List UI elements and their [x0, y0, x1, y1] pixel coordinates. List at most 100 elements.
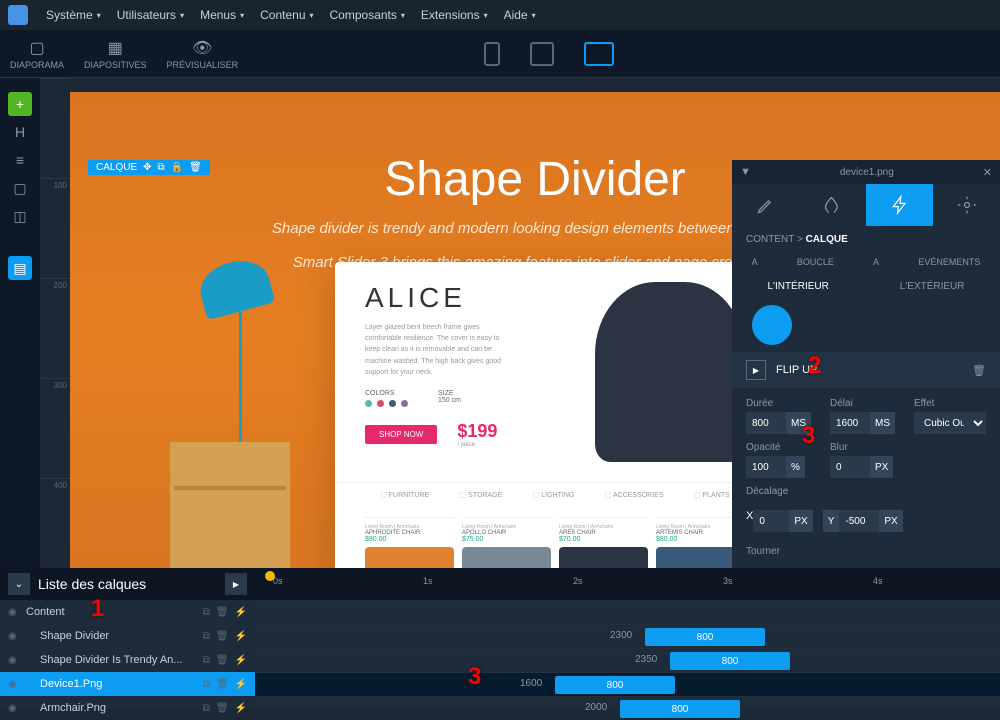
annotation-3: 3 [468, 663, 481, 691]
align-tool[interactable]: ≡ [8, 148, 32, 172]
trash-icon[interactable]: 🗑 [216, 607, 229, 618]
device-mobile[interactable] [484, 42, 500, 66]
opacite-input[interactable] [746, 456, 786, 478]
diapositives-button[interactable]: ▦DIAPOSITIVES [74, 30, 157, 77]
layer-badge[interactable]: CALQUE ✥ ⧉ 🔒 🗑 [88, 160, 210, 175]
flash-icon[interactable]: ⚡ [235, 607, 247, 618]
tools-sidebar: + H ≡ ▢ ◫ ▤ [0, 78, 40, 568]
previsualiser-button[interactable]: 👁PRÉVISUALISER [157, 30, 249, 77]
duree-label: Durée [746, 398, 818, 409]
editor-toolbar: ▢DIAPORAMA ▦DIAPOSITIVES 👁PRÉVISUALISER [0, 30, 1000, 78]
ruler-horizontal [70, 78, 1000, 92]
trash-icon[interactable]: 🗑 [216, 703, 229, 714]
breadcrumb: CONTENT > CALQUE [732, 226, 1000, 253]
delai-input[interactable] [830, 412, 870, 434]
animation-type-button[interactable] [752, 305, 792, 345]
device-desktop[interactable] [584, 42, 614, 66]
timeline-bar[interactable]: 800 [555, 676, 675, 694]
timeline-bar[interactable]: 800 [645, 628, 765, 646]
tab-style[interactable] [799, 184, 866, 226]
trash-icon[interactable]: 🗑 [189, 162, 202, 173]
timeline-row[interactable]: 2000800 [255, 696, 1000, 720]
trash-icon[interactable]: 🗑 [216, 679, 229, 690]
top-menu-bar: SystèmeUtilisateursMenusContenuComposant… [0, 0, 1000, 30]
product-price: $199/ piece [457, 421, 497, 448]
menu-extensions[interactable]: Extensions [413, 8, 496, 22]
duplicate-icon[interactable]: ⧉ [203, 679, 210, 690]
heading-tool[interactable]: H [8, 120, 32, 144]
offset-y-input[interactable] [839, 510, 879, 532]
visibility-icon[interactable]: ◉ [8, 679, 20, 690]
image-tool[interactable]: ▢ [8, 176, 32, 200]
delai-label: Délai [830, 398, 902, 409]
diaporama-button[interactable]: ▢DIAPORAMA [0, 30, 74, 77]
sub-interieur[interactable]: L'INTÉRIEUR [759, 277, 836, 296]
layer-item[interactable]: ◉Shape Divider Is Trendy An...⧉🗑⚡ [0, 648, 255, 672]
layer-item[interactable]: ◉Armchair.Png⧉🗑⚡ [0, 696, 255, 720]
lamp-graphic [200, 262, 280, 462]
timeline-bar[interactable]: 800 [670, 652, 790, 670]
product-description: Layer glazed bent beech frame gives comf… [365, 322, 505, 378]
flash-icon[interactable]: ⚡ [235, 631, 247, 642]
menu-composants[interactable]: Composants [322, 8, 413, 22]
layer-item[interactable]: ◉Device1.Png⧉🗑⚡ [0, 672, 255, 696]
menu-utilisateurs[interactable]: Utilisateurs [109, 8, 192, 22]
duplicate-icon[interactable]: ⧉ [203, 631, 210, 642]
layer-item[interactable]: ◉Content⧉🗑⚡ [0, 600, 255, 624]
timeline-bar[interactable]: 800 [620, 700, 740, 718]
menu-aide[interactable]: Aide [496, 8, 544, 22]
play-timeline-button[interactable]: ▶ [225, 573, 247, 595]
animation-name: FLIP UP [776, 364, 962, 376]
shop-now-button[interactable]: SHOP NOW [365, 425, 437, 444]
collapse-layers-button[interactable]: ⌄ [8, 573, 30, 595]
trash-icon[interactable]: 🗑 [216, 631, 229, 642]
layer-item[interactable]: ◉Shape Divider⧉🗑⚡ [0, 624, 255, 648]
tab-edit[interactable] [732, 184, 799, 226]
menu-contenu[interactable]: Contenu [252, 8, 321, 22]
visibility-icon[interactable]: ◉ [8, 655, 20, 666]
duplicate-icon[interactable]: ⧉ [158, 162, 165, 173]
effet-label: Effet [914, 398, 986, 409]
visibility-icon[interactable]: ◉ [8, 607, 20, 618]
menu-menus[interactable]: Menus [192, 8, 252, 22]
delete-animation-icon[interactable]: 🗑 [972, 364, 986, 377]
timeline[interactable]: 0s1s2s3s4s 2300800235080016008002000800 [255, 568, 1000, 709]
duplicate-icon[interactable]: ⧉ [203, 655, 210, 666]
sub-exterieur[interactable]: L'EXTÉRIEUR [892, 277, 973, 296]
grid-icon: ▦ [108, 38, 123, 58]
image-icon: ▢ [29, 38, 44, 58]
duree-input[interactable] [746, 412, 786, 434]
flash-icon[interactable]: ⚡ [235, 703, 247, 714]
timeline-row[interactable]: 2350800 [255, 648, 1000, 672]
visibility-icon[interactable]: ◉ [8, 703, 20, 714]
add-button[interactable]: + [8, 92, 32, 116]
blur-input[interactable] [830, 456, 870, 478]
timeline-row[interactable]: 2300800 [255, 624, 1000, 648]
tab-settings[interactable] [933, 184, 1000, 226]
duplicate-icon[interactable]: ⧉ [203, 607, 210, 618]
layers-title: Liste des calques [38, 576, 146, 592]
armchair-image [595, 282, 745, 462]
effet-select[interactable]: Cubic Out [914, 412, 986, 434]
lock-icon[interactable]: 🔒 [171, 162, 183, 173]
duplicate-icon[interactable]: ⧉ [203, 703, 210, 714]
product-card[interactable]: ALICE Layer glazed bent beech frame give… [335, 262, 775, 568]
play-animation-button[interactable]: ▶ [746, 360, 766, 380]
visibility-icon[interactable]: ◉ [8, 631, 20, 642]
tab-animation[interactable] [866, 184, 933, 226]
layout-tool[interactable]: ▤ [8, 256, 32, 280]
offset-x-input[interactable] [753, 510, 789, 532]
flash-icon[interactable]: ⚡ [235, 679, 247, 690]
flash-icon[interactable]: ⚡ [235, 655, 247, 666]
filter-icon[interactable]: ▼ [740, 166, 751, 178]
category-icons: ⬚ FURNITURE⬚ STORAGE⬚ LIGHTING⬚ ACCESSOR… [335, 482, 775, 507]
close-icon[interactable]: ✕ [983, 166, 992, 179]
menu-système[interactable]: Système [38, 8, 109, 22]
panel-title: device1.png [751, 167, 983, 178]
button-tool[interactable]: ◫ [8, 204, 32, 228]
properties-panel: ▼ device1.png ✕ CONTENT > CALQUE ABOUCLE… [732, 160, 1000, 568]
device-tablet[interactable] [530, 42, 554, 66]
timeline-row[interactable]: 1600800 [255, 672, 1000, 696]
trash-icon[interactable]: 🗑 [216, 655, 229, 666]
joomla-logo[interactable] [8, 5, 28, 25]
